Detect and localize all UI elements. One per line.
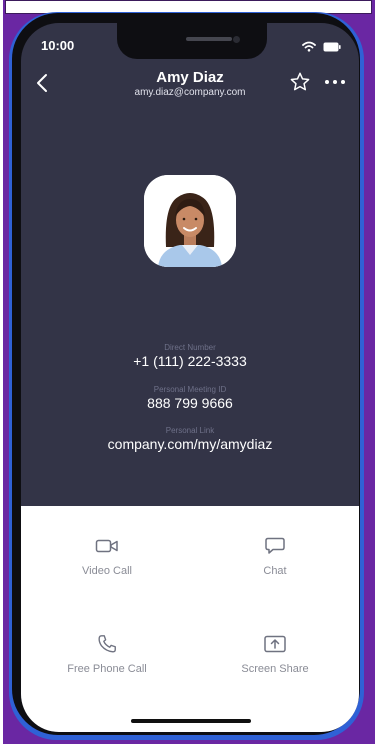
screen-share-label: Screen Share: [241, 663, 309, 675]
avatar-photo: [144, 175, 236, 267]
personal-link-value[interactable]: company.com/my/amydiaz: [21, 436, 359, 452]
home-indicator[interactable]: [131, 719, 251, 723]
phone-icon: [98, 635, 116, 653]
wifi-icon: [302, 39, 316, 57]
phone-screen: 10:00 Amy Diaz amy.diaz@company.com Dire…: [21, 23, 359, 732]
personal-link-label: Personal Link: [165, 426, 215, 435]
action-panel: Video Call Chat Free Phone Call Screen S…: [21, 506, 359, 732]
chat-bubble-icon: [265, 537, 285, 554]
front-camera: [233, 36, 240, 43]
screen-share-button[interactable]: Screen Share: [205, 632, 345, 692]
star-icon: [290, 72, 310, 91]
meeting-id-label: Personal Meeting ID: [153, 385, 227, 394]
direct-number-label: Direct Number: [164, 343, 216, 352]
avatar: [144, 175, 236, 267]
screen-share-icon: [264, 635, 286, 653]
status-time: 10:00: [41, 38, 75, 53]
meeting-id-block: Personal Meeting ID 888 799 9666: [21, 385, 359, 411]
speaker-grille: [186, 37, 232, 41]
chat-label: Chat: [263, 565, 287, 577]
personal-link-block: Personal Link company.com/my/amydiaz: [21, 426, 359, 452]
more-button[interactable]: [323, 73, 347, 91]
more-icon: [325, 80, 345, 84]
chat-button[interactable]: Chat: [205, 534, 345, 594]
battery-icon: [323, 39, 341, 57]
video-call-button[interactable]: Video Call: [37, 534, 177, 594]
contact-header: Amy Diaz amy.diaz@company.com: [21, 67, 359, 107]
meeting-id-value[interactable]: 888 799 9666: [21, 395, 359, 411]
status-icons: [302, 39, 341, 57]
video-camera-icon: [95, 539, 118, 553]
direct-number-block: Direct Number +1 (111) 222-3333: [21, 343, 359, 369]
direct-number-value[interactable]: +1 (111) 222-3333: [21, 353, 359, 369]
free-phone-call-button[interactable]: Free Phone Call: [37, 632, 177, 692]
free-phone-call-label: Free Phone Call: [67, 663, 147, 675]
favorite-button[interactable]: [289, 71, 311, 93]
notch: [117, 23, 267, 59]
video-call-label: Video Call: [82, 565, 132, 577]
